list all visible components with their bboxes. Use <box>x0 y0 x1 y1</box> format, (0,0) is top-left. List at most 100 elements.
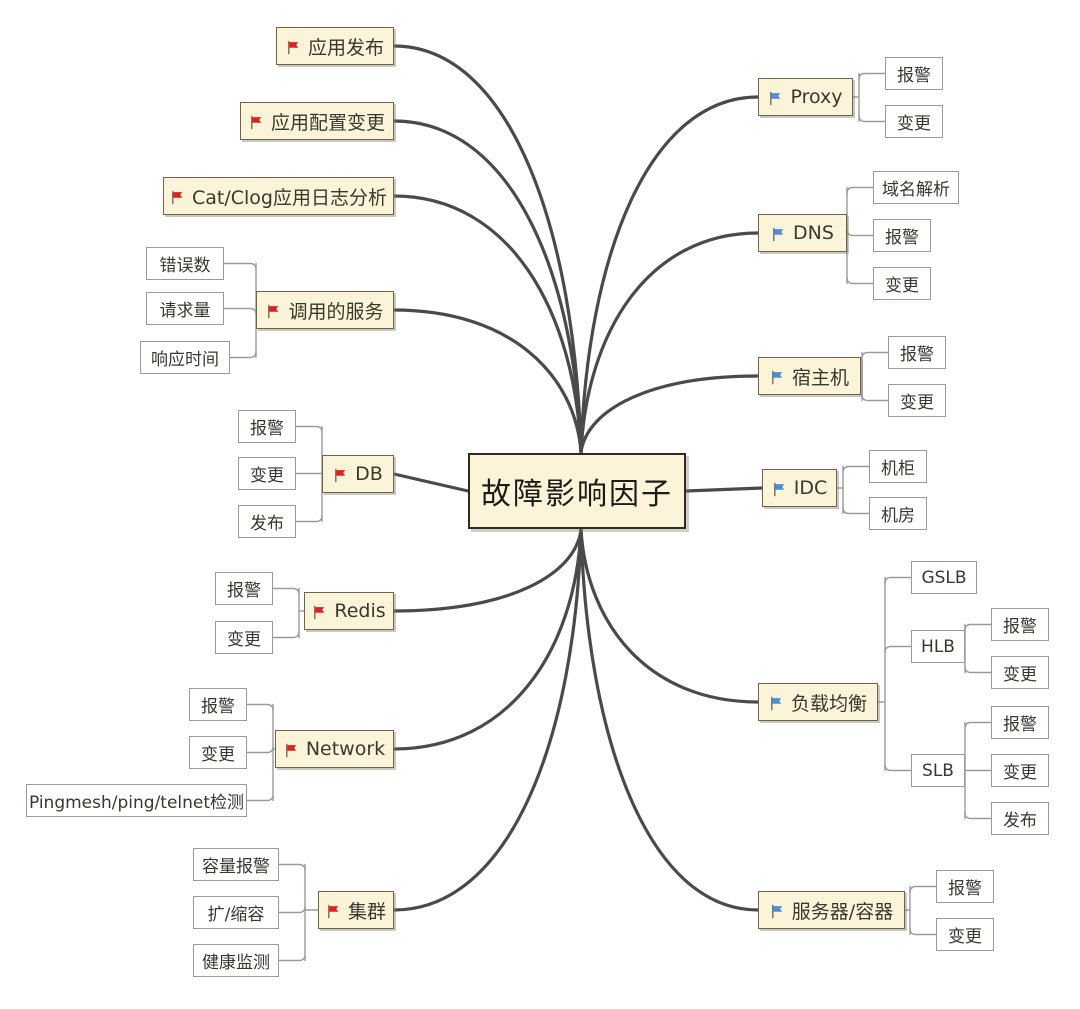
branch-called-service-child-2[interactable]: 响应时间 <box>140 341 230 374</box>
branch-network-child-2-label: Pingmesh/ping/telnet检测 <box>28 793 245 813</box>
branch-dns-child-0[interactable]: 域名解析 <box>873 171 959 204</box>
branch-cluster-child-0-label: 容量报警 <box>202 857 270 877</box>
branch-cluster-bracket-child-link <box>278 953 306 962</box>
branch-proxy-child-0[interactable]: 报警 <box>885 57 943 90</box>
branch-network-child-1-label: 变更 <box>201 745 235 765</box>
branch-host-machine-link <box>579 374 760 454</box>
branch-db-child-0-label: 报警 <box>250 419 284 439</box>
branch-host-machine-bracket-child-link <box>861 393 889 402</box>
branch-load-balance-child-2-sub-1[interactable]: 变更 <box>991 754 1049 787</box>
branch-cluster-link <box>392 528 583 912</box>
branch-network-child-2[interactable]: Pingmesh/ping/telnet检测 <box>26 784 247 817</box>
red-flag-icon <box>284 741 299 757</box>
branch-load-balance-child-2-sub-1-label: 变更 <box>1003 763 1037 783</box>
branch-server-container-child-0-label: 报警 <box>948 879 982 899</box>
branch-load-balance-child-1[interactable]: HLB <box>911 630 965 663</box>
branch-db-link <box>392 472 470 493</box>
branch-network-bracket-child-link <box>246 703 274 712</box>
branch-cluster-child-2-label: 健康监测 <box>202 953 270 973</box>
red-flag-icon <box>170 188 185 204</box>
branch-idc-child-0[interactable]: 机柜 <box>869 450 927 483</box>
branch-cluster-child-2[interactable]: 健康监测 <box>193 944 279 977</box>
branch-cat-clog-log-analysis[interactable]: Cat/Clog应用日志分析 <box>163 177 394 215</box>
branch-cat-clog-log-analysis-label: Cat/Clog应用日志分析 <box>192 186 387 209</box>
branch-redis-link <box>392 528 583 613</box>
branch-load-balance-child-2-sub-0[interactable]: 报警 <box>991 706 1049 739</box>
branch-host-machine-child-0[interactable]: 报警 <box>888 336 946 369</box>
branch-server-container[interactable]: 服务器/容器 <box>758 891 905 929</box>
red-flag-icon <box>333 466 348 482</box>
branch-host-machine-child-1[interactable]: 变更 <box>888 384 946 417</box>
branch-server-container-child-1[interactable]: 变更 <box>936 918 994 951</box>
branch-called-service-bracket-child-link <box>223 307 257 316</box>
branch-dns-child-1-label: 报警 <box>885 228 919 248</box>
branch-proxy-bracket-child-link <box>858 72 886 81</box>
red-flag-icon <box>286 38 301 54</box>
red-flag-icon <box>249 113 264 129</box>
branch-db-child-1[interactable]: 变更 <box>238 457 296 490</box>
branch-app-config-change[interactable]: 应用配置变更 <box>240 102 394 140</box>
branch-idc-child-1[interactable]: 机房 <box>869 497 927 530</box>
branch-load-balance-child-0-label: GSLB <box>921 567 967 588</box>
branch-called-service-link <box>392 308 583 454</box>
branch-called-service-child-2-label: 响应时间 <box>151 350 219 370</box>
branch-network-child-1[interactable]: 变更 <box>189 736 247 769</box>
branch-called-service-label: 调用的服务 <box>288 300 384 323</box>
branch-server-container-child-0[interactable]: 报警 <box>936 870 994 903</box>
branch-load-balance-bracket-child-link <box>884 576 912 585</box>
branch-db-child-2[interactable]: 发布 <box>238 505 296 538</box>
branch-called-service-child-0[interactable]: 错误数 <box>146 247 224 280</box>
branch-server-container-link <box>579 528 760 912</box>
branch-load-balance-child-2-sub-2[interactable]: 发布 <box>991 802 1049 835</box>
branch-db-bracket-child-link <box>295 425 323 434</box>
branch-load-balance-child-2-sub-2-label: 发布 <box>1003 811 1037 831</box>
branch-idc[interactable]: IDC <box>762 469 837 507</box>
root-node[interactable]: 故障影响因子 <box>468 453 686 529</box>
branch-idc-child-1-label: 机房 <box>881 506 915 526</box>
branch-redis-child-1[interactable]: 变更 <box>215 621 273 654</box>
branch-called-service-child-1[interactable]: 请求量 <box>146 292 224 325</box>
branch-load-balance[interactable]: 负载均衡 <box>758 683 878 721</box>
branch-app-release[interactable]: 应用发布 <box>276 27 394 65</box>
branch-db[interactable]: DB <box>322 455 394 493</box>
branch-dns-bracket-child-link <box>846 228 874 237</box>
branch-dns-child-1[interactable]: 报警 <box>873 219 931 252</box>
branch-proxy-link <box>579 95 760 454</box>
branch-cluster-child-1-label: 扩/缩容 <box>207 905 265 925</box>
branch-network-bracket-child-link <box>246 745 274 754</box>
branch-server-container-child-1-label: 变更 <box>948 927 982 947</box>
branch-load-balance-child-0[interactable]: GSLB <box>911 561 977 594</box>
branch-load-balance-link <box>579 528 760 704</box>
branch-proxy[interactable]: Proxy <box>758 78 853 116</box>
branch-called-service[interactable]: 调用的服务 <box>256 291 394 329</box>
branch-dns-child-2[interactable]: 变更 <box>873 267 931 300</box>
branch-db-child-1-label: 变更 <box>250 466 284 486</box>
branch-network[interactable]: Network <box>275 730 394 768</box>
branch-host-machine-label: 宿主机 <box>791 366 849 389</box>
branch-cluster-child-0[interactable]: 容量报警 <box>193 848 279 881</box>
branch-redis-child-0[interactable]: 报警 <box>215 572 273 605</box>
branch-host-machine-bracket-child-link <box>861 351 889 360</box>
red-flag-icon <box>312 603 327 619</box>
branch-dns[interactable]: DNS <box>758 214 847 252</box>
branch-proxy-child-0-label: 报警 <box>897 66 931 86</box>
branch-cluster-child-1[interactable]: 扩/缩容 <box>193 896 279 929</box>
branch-db-child-0[interactable]: 报警 <box>238 410 296 443</box>
branch-host-machine[interactable]: 宿主机 <box>758 357 861 395</box>
branch-called-service-bracket-child-link <box>229 350 257 359</box>
branch-redis[interactable]: Redis <box>304 592 394 630</box>
branch-dns-bracket-child-link <box>846 276 874 285</box>
branch-redis-child-0-label: 报警 <box>227 581 261 601</box>
branch-host-machine-child-0-label: 报警 <box>900 345 934 365</box>
red-flag-icon <box>266 302 281 318</box>
branch-load-balance-child-1-bracket-child-link <box>964 665 992 674</box>
branch-app-release-link <box>392 44 583 454</box>
branch-load-balance-child-1-sub-1[interactable]: 变更 <box>991 656 1049 689</box>
branch-cluster-label: 集群 <box>348 900 387 923</box>
branch-network-child-0[interactable]: 报警 <box>189 688 247 721</box>
branch-load-balance-child-1-sub-0[interactable]: 报警 <box>991 608 1049 641</box>
branch-cluster[interactable]: 集群 <box>318 891 394 929</box>
branch-proxy-child-1[interactable]: 变更 <box>885 105 943 138</box>
branch-proxy-child-1-label: 变更 <box>897 114 931 134</box>
branch-load-balance-child-2[interactable]: SLB <box>911 754 965 787</box>
